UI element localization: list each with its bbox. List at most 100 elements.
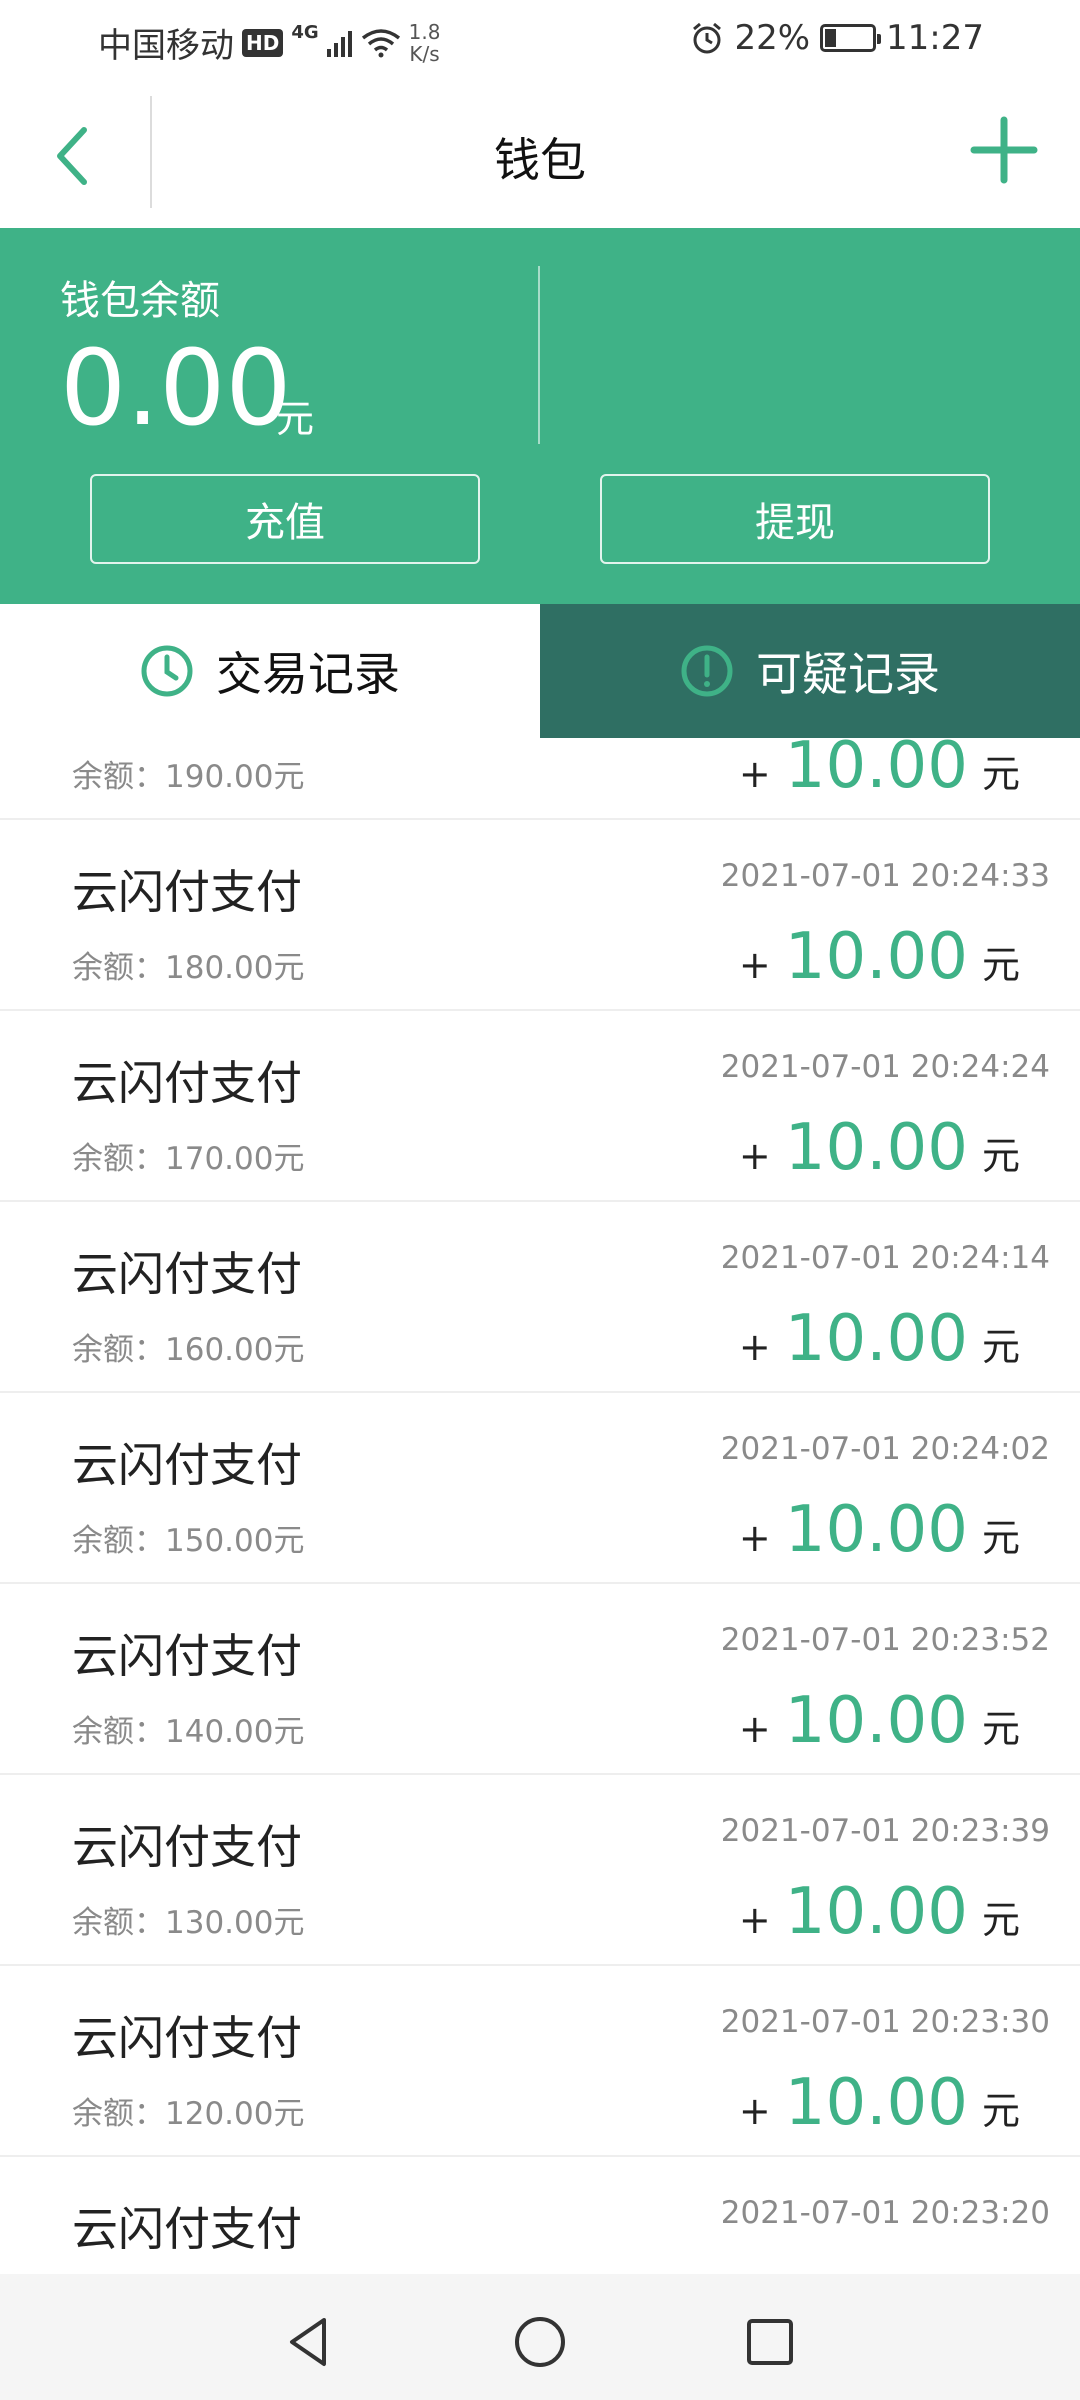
tab-suspicious[interactable]: 可疑记录 (540, 604, 1080, 738)
balance-unit: 元 (276, 397, 315, 441)
transaction-amount: + 10.00 元 (739, 2066, 1020, 2140)
transaction-name: 云闪付支付 (72, 1629, 302, 1683)
transaction-time: 2021-07-01 20:24:24 (720, 1049, 1050, 1085)
tab-transactions[interactable]: 交易记录 (0, 604, 540, 738)
transaction-name: 云闪付支付 (72, 1056, 302, 1110)
amount-sign: + (738, 752, 771, 796)
transaction-amount: + 10.00 元 (739, 1875, 1020, 1949)
recharge-button[interactable]: 充值 (90, 474, 480, 564)
transaction-name: 云闪付支付 (72, 2011, 302, 2065)
transaction-balance: 余额：140.00元 (72, 1714, 305, 1750)
transaction-amount: + 10.00 元 (739, 1684, 1020, 1758)
status-left: 中国移动 HD 4G 1.8 K/s (98, 18, 440, 67)
speed-value: 1.8 (408, 19, 441, 44)
transaction-balance: 余额：130.00元 (72, 1905, 305, 1941)
clock-time: 11:27 (886, 18, 984, 58)
battery-percent: 22% (734, 18, 811, 58)
list-item[interactable]: 云闪付支付 2021-07-01 20:23:52 余额：140.00元 + 1… (0, 1584, 1080, 1775)
amount-value: 10.00 (784, 1302, 968, 1376)
list-item[interactable]: 余额：190.00元 + 10.00 元 (0, 738, 1080, 820)
transaction-amount: + 10.00 元 (739, 1302, 1020, 1376)
amount-value: 10.00 (784, 1493, 968, 1567)
transaction-time: 2021-07-01 20:23:30 (720, 2004, 1050, 2040)
alert-circle-icon (681, 645, 733, 697)
amount-unit: 元 (981, 752, 1020, 796)
transaction-amount: + 10.00 元 (739, 738, 1020, 803)
amount-value: 10.00 (784, 738, 968, 803)
amount-sign: + (738, 943, 771, 987)
transaction-amount: + 10.00 元 (739, 1493, 1020, 1567)
tab-suspicious-label: 可疑记录 (756, 647, 940, 701)
signal-icon (326, 30, 352, 57)
amount-value: 10.00 (784, 1111, 968, 1185)
record-tabs: 交易记录 可疑记录 (0, 604, 1080, 738)
transaction-name: 云闪付支付 (72, 1438, 302, 1492)
balance-amount: 0.00 (60, 327, 292, 449)
list-item[interactable]: 云闪付支付 2021-07-01 20:24:24 余额：170.00元 + 1… (0, 1011, 1080, 1202)
transaction-balance: 余额：180.00元 (72, 950, 305, 986)
amount-sign: + (738, 1134, 771, 1178)
list-item[interactable]: 云闪付支付 2021-07-01 20:24:14 余额：160.00元 + 1… (0, 1202, 1080, 1393)
withdraw-button[interactable]: 提现 (600, 474, 990, 564)
balance-label: 钱包余额 (60, 278, 220, 324)
transaction-time: 2021-07-01 20:24:14 (720, 1240, 1050, 1276)
transaction-name: 云闪付支付 (72, 865, 302, 919)
amount-value: 10.00 (784, 920, 968, 994)
list-item[interactable]: 云闪付支付 2021-07-01 20:23:39 余额：130.00元 + 1… (0, 1775, 1080, 1966)
amount-unit: 元 (981, 1325, 1020, 1369)
plus-icon[interactable] (964, 110, 1044, 190)
transaction-balance: 余额：150.00元 (72, 1523, 305, 1559)
circle-home-icon[interactable] (510, 2312, 570, 2372)
transaction-amount: + 10.00 元 (739, 1111, 1020, 1185)
battery-icon (820, 24, 882, 52)
triangle-back-icon[interactable] (280, 2312, 340, 2372)
list-item[interactable]: 云闪付支付 2021-07-01 20:23:20 (0, 2157, 1080, 2274)
speed-unit: K/s (409, 41, 440, 66)
list-item[interactable]: 云闪付支付 2021-07-01 20:23:30 余额：120.00元 + 1… (0, 1966, 1080, 2157)
transaction-time: 2021-07-01 20:23:20 (720, 2195, 1050, 2231)
status-right: 22% 11:27 (690, 18, 984, 58)
transaction-name: 云闪付支付 (72, 1820, 302, 1874)
transaction-time: 2021-07-01 20:24:33 (720, 858, 1050, 894)
amount-sign: + (738, 1516, 771, 1560)
amount-unit: 元 (981, 2089, 1020, 2133)
amount-value: 10.00 (784, 2066, 968, 2140)
balance-divider (538, 266, 540, 444)
system-nav-bar (0, 2274, 1080, 2400)
amount-unit: 元 (981, 1898, 1020, 1942)
transaction-balance: 余额：190.00元 (72, 759, 305, 795)
page-title: 钱包 (494, 133, 586, 187)
transaction-balance: 余额：160.00元 (72, 1332, 305, 1368)
amount-sign: + (738, 1707, 771, 1751)
list-item[interactable]: 云闪付支付 2021-07-01 20:24:33 余额：180.00元 + 1… (0, 820, 1080, 1011)
balance-panel: 钱包余额 0.00 元 充值 提现 (0, 228, 1080, 604)
clock-icon (141, 645, 193, 697)
amount-unit: 元 (981, 1516, 1020, 1560)
amount-sign: + (738, 1325, 771, 1369)
square-recents-icon[interactable] (740, 2312, 800, 2372)
transaction-name: 云闪付支付 (72, 1247, 302, 1301)
transaction-balance: 余额：120.00元 (72, 2096, 305, 2132)
transaction-balance: 余额：170.00元 (72, 1141, 305, 1177)
amount-value: 10.00 (784, 1684, 968, 1758)
transaction-time: 2021-07-01 20:23:39 (720, 1813, 1050, 1849)
transaction-amount: + 10.00 元 (739, 920, 1020, 994)
network-type: 4G (291, 22, 319, 43)
hd-badge: HD (242, 28, 284, 57)
carrier-name: 中国移动 (98, 26, 234, 66)
tab-transactions-label: 交易记录 (216, 647, 400, 701)
amount-unit: 元 (981, 1707, 1020, 1751)
amount-sign: + (738, 1898, 771, 1942)
amount-sign: + (738, 2089, 771, 2133)
status-bar: 中国移动 HD 4G 1.8 K/s 22% 11:27 (0, 0, 1080, 80)
list-item[interactable]: 云闪付支付 2021-07-01 20:24:02 余额：150.00元 + 1… (0, 1393, 1080, 1584)
wifi-icon (361, 28, 400, 57)
alarm-icon (693, 22, 722, 54)
transaction-time: 2021-07-01 20:24:02 (720, 1431, 1050, 1467)
transaction-name: 云闪付支付 (72, 2202, 302, 2256)
battery-level (825, 29, 837, 47)
transaction-list: 余额：190.00元 + 10.00 元 云闪付支付 2021-07-01 20… (0, 738, 1080, 2274)
amount-value: 10.00 (784, 1875, 968, 1949)
network-speed: 1.8 K/s (409, 21, 441, 65)
app-header: 钱包 (0, 80, 1080, 228)
